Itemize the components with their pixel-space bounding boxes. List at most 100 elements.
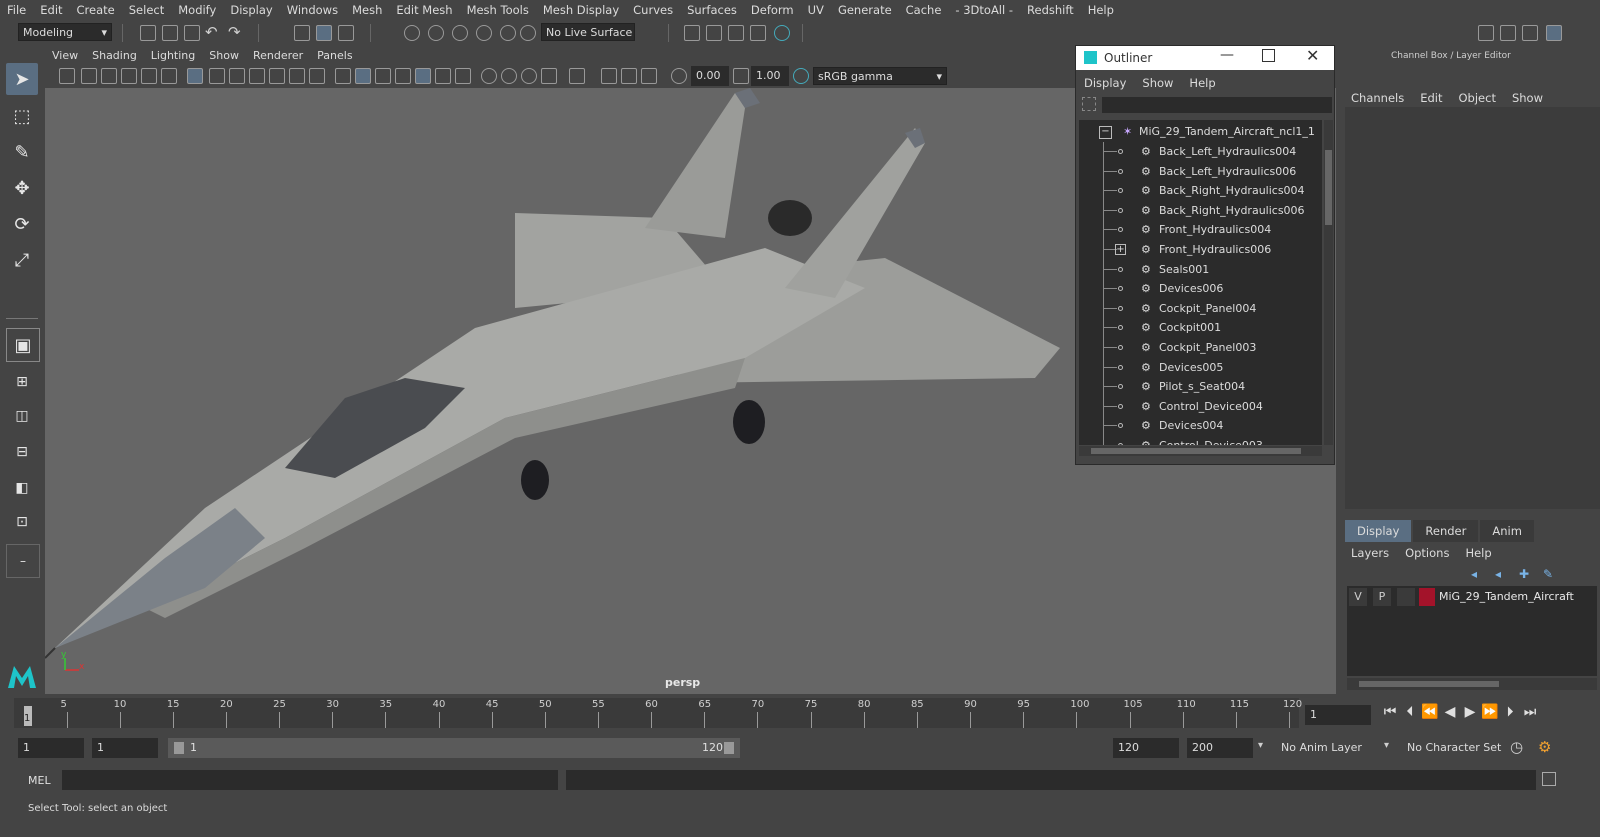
filter-icon[interactable]	[1082, 97, 1096, 111]
menu-modify[interactable]: Modify	[171, 3, 223, 17]
new-scene-icon[interactable]	[140, 25, 156, 41]
outliner-item[interactable]: ⚙ Seals001	[1079, 259, 1322, 280]
playback-end-field[interactable]: 120	[1113, 738, 1179, 758]
add-to-layer-icon[interactable]: ✎	[1543, 567, 1553, 581]
viewport-menu-renderer[interactable]: Renderer	[246, 49, 310, 62]
field-chart-icon[interactable]	[269, 68, 285, 84]
character-set-selector[interactable]: No Character Set	[1403, 738, 1503, 758]
menu-edit-mesh[interactable]: Edit Mesh	[389, 3, 459, 17]
menu-redshift[interactable]: Redshift	[1020, 3, 1081, 17]
live-surface-field[interactable]: No Live Surface	[541, 23, 635, 41]
multisample-aa-icon[interactable]	[521, 68, 537, 84]
range-slider-bar[interactable]: 1 120	[168, 738, 740, 758]
channel-box-menu-object[interactable]: Object	[1451, 91, 1504, 105]
wireframe-icon[interactable]	[335, 68, 351, 84]
scale-tool-icon[interactable]: ⤢	[6, 244, 38, 276]
default-lighting-icon[interactable]	[375, 68, 391, 84]
step-forward-key-icon[interactable]: ⏩	[1480, 704, 1500, 720]
layer-menu-layers[interactable]: Layers	[1343, 546, 1397, 560]
channel-box-menu-edit[interactable]: Edit	[1412, 91, 1450, 105]
outliner-item[interactable]: ⚙ Devices005	[1079, 357, 1322, 378]
play-forwards-icon[interactable]: ▶	[1460, 704, 1480, 720]
gamma-icon[interactable]	[733, 68, 749, 84]
grid-icon[interactable]	[187, 68, 203, 84]
use-all-lights-icon[interactable]	[435, 68, 451, 84]
render-current-frame-icon[interactable]	[684, 25, 700, 41]
layer-tab-render[interactable]: Render	[1413, 520, 1479, 542]
film-gate-icon[interactable]	[209, 68, 225, 84]
gate-mask-icon[interactable]	[249, 68, 265, 84]
select-tool-icon[interactable]: ➤	[6, 63, 38, 95]
wireframe-on-shaded-icon[interactable]	[395, 68, 411, 84]
motion-blur-icon[interactable]	[501, 68, 517, 84]
textured-icon[interactable]	[415, 68, 431, 84]
channel-box-menu-channels[interactable]: Channels	[1343, 91, 1412, 105]
menu-mesh[interactable]: Mesh	[345, 3, 389, 17]
collapse-icon[interactable]: −	[1099, 126, 1112, 139]
layer-tab-display[interactable]: Display	[1345, 520, 1412, 542]
menu-curves[interactable]: Curves	[626, 3, 680, 17]
smooth-shade-icon[interactable]	[355, 68, 371, 84]
animation-preferences-icon[interactable]: ⚙	[1538, 738, 1551, 756]
exposure-icon[interactable]	[671, 68, 687, 84]
gamma-field[interactable]: 1.00	[751, 66, 789, 86]
layer-tab-anim[interactable]: Anim	[1480, 520, 1534, 542]
outliner-item[interactable]: ⚙ Back_Right_Hydraulics006	[1079, 200, 1322, 221]
channel-box-menu-show[interactable]: Show	[1504, 91, 1551, 105]
current-frame-field[interactable]: 1	[1305, 705, 1371, 725]
xray-joints-icon[interactable]	[641, 68, 657, 84]
color-management-icon[interactable]	[793, 68, 809, 84]
rotate-tool-icon[interactable]: ⟳	[6, 208, 38, 240]
outliner-vertical-scrollbar[interactable]	[1324, 120, 1333, 445]
layer-menu-help[interactable]: Help	[1457, 546, 1499, 560]
time-slider[interactable]: 1 5 10 15 20 25 30 35 40 45 50 55 60 65 70 75 80 85 90 95 1…	[0, 697, 1600, 733]
safe-action-icon[interactable]	[289, 68, 305, 84]
scrollbar-thumb[interactable]	[1359, 681, 1499, 687]
single-perspective-layout-icon[interactable]: ▣	[6, 328, 40, 362]
time-ruler[interactable]: 1 5 10 15 20 25 30 35 40 45 50 55 60 65 70 75 80 85 90 95 1…	[14, 698, 1302, 728]
snap-surface-icon[interactable]	[500, 25, 516, 41]
shadows-icon[interactable]	[455, 68, 471, 84]
viewport-menu-show[interactable]: Show	[202, 49, 246, 62]
animation-end-field[interactable]: 200	[1187, 738, 1253, 758]
menu-help[interactable]: Help	[1081, 3, 1121, 17]
outliner-item[interactable]: ⚙ Back_Left_Hydraulics004	[1079, 142, 1322, 162]
outliner-item[interactable]: ⚙ Cockpit_Panel004	[1079, 298, 1322, 319]
image-plane-icon[interactable]	[121, 68, 137, 84]
view-transform-selector[interactable]: sRGB gamma ▾	[813, 67, 947, 85]
xray-active-icon[interactable]	[621, 68, 637, 84]
lasso-tool-icon[interactable]: ⬚	[6, 100, 38, 132]
minimize-icon[interactable]: —	[1220, 47, 1234, 63]
outliner-item[interactable]: ⚙ Front_Hydraulics004	[1079, 220, 1322, 240]
go-to-start-icon[interactable]: ⏮	[1380, 704, 1400, 720]
script-language-toggle[interactable]: MEL	[28, 774, 51, 787]
layer-playback-toggle[interactable]: P	[1373, 588, 1391, 606]
layer-row[interactable]: V P MiG_29_Tandem_Aircraft	[1349, 588, 1597, 606]
move-layer-down-icon[interactable]: ◂	[1495, 567, 1501, 581]
save-scene-icon[interactable]	[184, 25, 200, 41]
close-icon[interactable]: ✕	[1306, 46, 1319, 65]
outliner-item[interactable]: ⚙ Pilot_s_Seat004	[1079, 377, 1322, 397]
maximize-icon[interactable]	[1262, 49, 1275, 62]
range-start-handle[interactable]	[174, 742, 184, 754]
scrollbar-thumb[interactable]	[1325, 150, 1332, 225]
range-end-handle[interactable]	[724, 742, 734, 754]
attribute-editor-icon[interactable]	[1500, 25, 1516, 41]
outliner-search-input[interactable]	[1102, 97, 1332, 113]
step-back-frame-icon[interactable]: ⏴	[1400, 704, 1420, 720]
outliner-item[interactable]: ⚙ Control_Device003	[1079, 436, 1322, 445]
isolate-select-icon[interactable]	[569, 68, 585, 84]
menu-edit[interactable]: Edit	[33, 3, 69, 17]
outliner-menu-help[interactable]: Help	[1181, 76, 1223, 90]
layer-visibility-toggle[interactable]: V	[1349, 588, 1367, 606]
outliner-item[interactable]: ⚙ Back_Right_Hydraulics004	[1079, 181, 1322, 201]
select-component-icon[interactable]	[338, 25, 354, 41]
depth-of-field-icon[interactable]	[541, 68, 557, 84]
menu-mesh-tools[interactable]: Mesh Tools	[460, 3, 536, 17]
move-tool-icon[interactable]: ✥	[6, 172, 38, 204]
snap-grid-icon[interactable]	[404, 25, 420, 41]
hypershade-layout-icon[interactable]: ◧	[6, 472, 38, 504]
outliner-item[interactable]: + ⚙ Front_Hydraulics006	[1079, 240, 1322, 260]
open-scene-icon[interactable]	[162, 25, 178, 41]
layer-menu-options[interactable]: Options	[1397, 546, 1457, 560]
